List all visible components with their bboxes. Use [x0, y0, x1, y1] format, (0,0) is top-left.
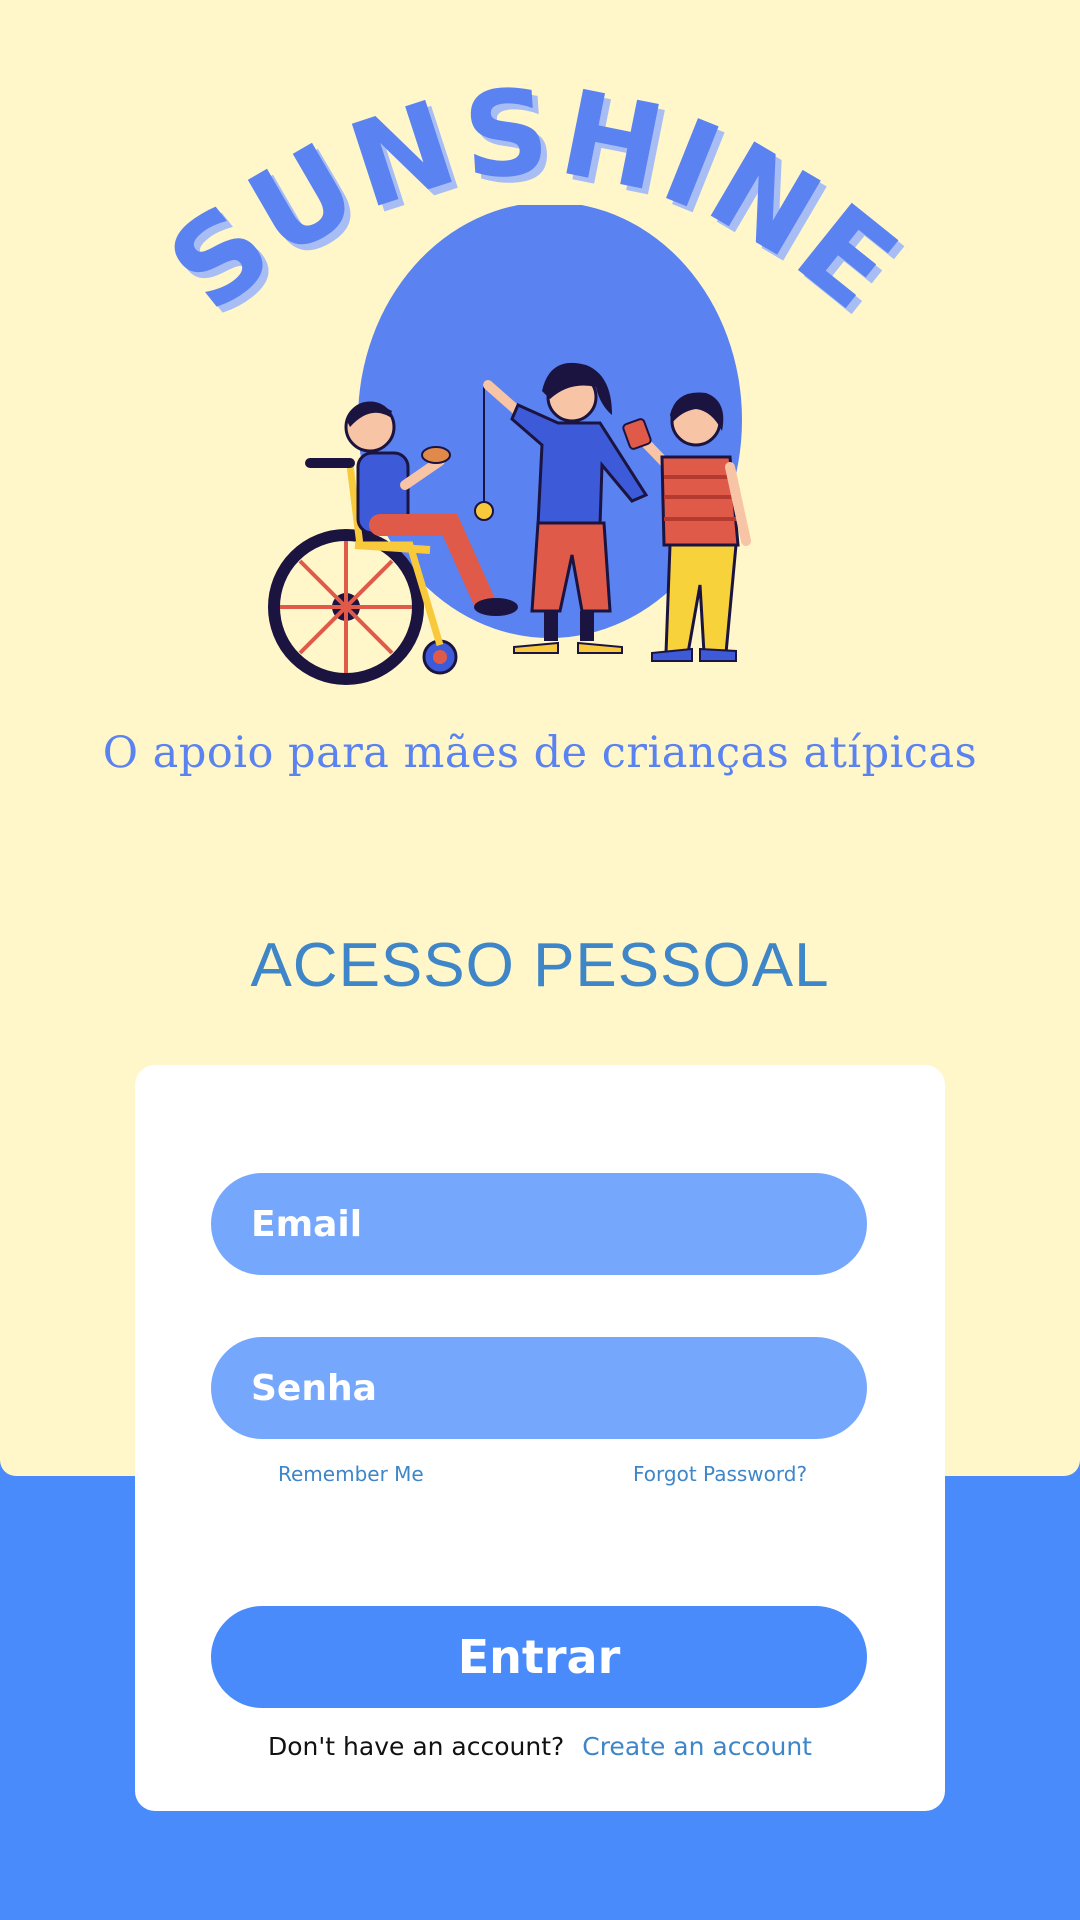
- no-account-text: Don't have an account?: [268, 1732, 565, 1761]
- signup-row: Don't have an account? Create an account: [0, 1732, 1080, 1761]
- email-field[interactable]: [211, 1173, 867, 1275]
- children-illustration: [268, 205, 751, 685]
- password-field[interactable]: [211, 1337, 867, 1439]
- login-card: Entrar: [135, 1065, 945, 1811]
- forgot-password-link[interactable]: Forgot Password?: [633, 1462, 807, 1486]
- page-title: ACESSO PESSOAL: [250, 931, 830, 1000]
- remember-me-toggle[interactable]: Remember Me: [278, 1462, 424, 1486]
- tagline: O apoio para mães de crianças atípicas: [102, 728, 978, 778]
- login-submit-button[interactable]: Entrar: [211, 1606, 867, 1708]
- create-account-link[interactable]: Create an account: [582, 1732, 812, 1761]
